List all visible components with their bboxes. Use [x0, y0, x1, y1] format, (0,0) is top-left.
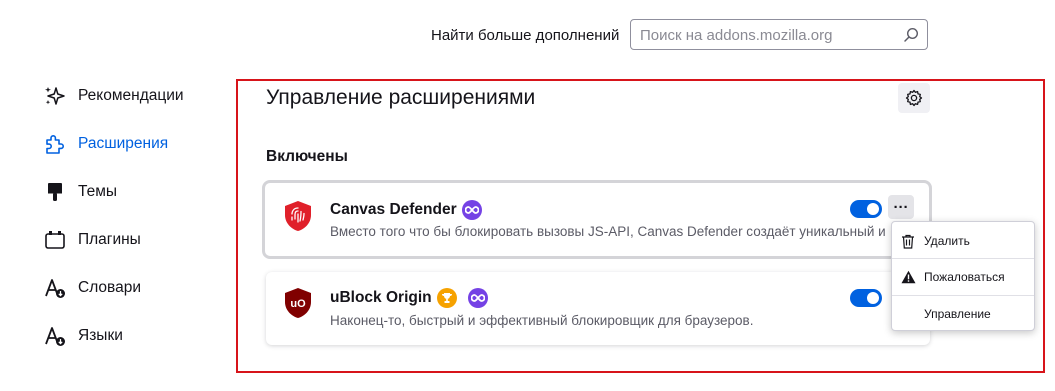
svg-text:uO: uO	[290, 298, 306, 310]
addon-name: Canvas Defender	[330, 201, 457, 218]
menu-item-report[interactable]: Пожаловаться	[892, 262, 1034, 292]
addon-context-menu: Удалить Пожаловаться Управление	[891, 221, 1035, 331]
trophy-badge-icon	[437, 288, 457, 308]
warning-icon	[900, 269, 916, 285]
menu-item-label: Удалить	[924, 234, 970, 248]
sidebar-item-languages[interactable]: Языки	[44, 321, 123, 351]
canvas-defender-icon	[285, 201, 311, 231]
plugin-icon	[44, 229, 66, 251]
page-title: Управление расширениями	[266, 86, 536, 109]
menu-separator	[892, 295, 1034, 296]
addons-search-input[interactable]: Поиск на addons.mozilla.org	[630, 19, 928, 50]
sidebar-item-themes[interactable]: Темы	[44, 177, 117, 207]
puzzle-icon	[44, 133, 66, 155]
sidebar-item-label: Языки	[78, 327, 123, 344]
dictionary-icon	[44, 277, 66, 299]
more-options-button[interactable]: ···	[888, 195, 914, 219]
recommended-badge-icon	[462, 200, 482, 220]
sidebar-item-extensions[interactable]: Расширения	[44, 129, 168, 159]
addon-description: Наконец-то, быстрый и эффективный блокир…	[330, 313, 754, 328]
recommended-badge-icon	[468, 288, 488, 308]
sidebar-item-plugins[interactable]: Плагины	[44, 225, 141, 255]
find-more-addons-label: Найти больше дополнений	[431, 27, 620, 44]
menu-item-label: Управление	[924, 307, 991, 321]
toggle-knob	[867, 203, 879, 215]
sidebar-item-label: Расширения	[78, 135, 169, 152]
ublock-origin-icon: uO	[285, 288, 311, 318]
menu-item-remove[interactable]: Удалить	[892, 226, 1034, 256]
addon-card[interactable]: uO uBlock Origin Наконец-то, быстрый и э…	[266, 272, 930, 345]
enable-toggle[interactable]	[850, 200, 882, 218]
language-icon	[44, 325, 66, 347]
brush-icon	[44, 181, 66, 203]
search-icon	[904, 27, 919, 42]
menu-separator	[892, 258, 1034, 259]
sidebar-item-dictionaries[interactable]: Словари	[44, 273, 141, 303]
sidebar-item-label: Рекомендации	[78, 87, 184, 104]
sparkle-icon	[44, 85, 66, 107]
menu-item-label: Пожаловаться	[924, 270, 1005, 284]
tools-gear-button[interactable]	[898, 83, 930, 113]
gear-icon	[905, 89, 923, 107]
addon-name: uBlock Origin	[330, 289, 432, 306]
menu-item-manage[interactable]: Управление	[892, 299, 1034, 329]
search-placeholder: Поиск на addons.mozilla.org	[640, 27, 833, 44]
sidebar-item-label: Словари	[78, 279, 141, 296]
toggle-knob	[867, 292, 879, 304]
sidebar-item-label: Плагины	[78, 231, 141, 248]
section-title-enabled: Включены	[266, 148, 348, 165]
addon-card[interactable]: Canvas Defender Вместо того что бы блоки…	[262, 180, 932, 259]
addon-description: Вместо того что бы блокировать вызовы JS…	[330, 224, 886, 239]
sidebar-item-label: Темы	[78, 183, 118, 200]
sidebar-item-recommendations[interactable]: Рекомендации	[44, 81, 184, 111]
trash-icon	[900, 233, 916, 249]
enable-toggle[interactable]	[850, 289, 882, 307]
